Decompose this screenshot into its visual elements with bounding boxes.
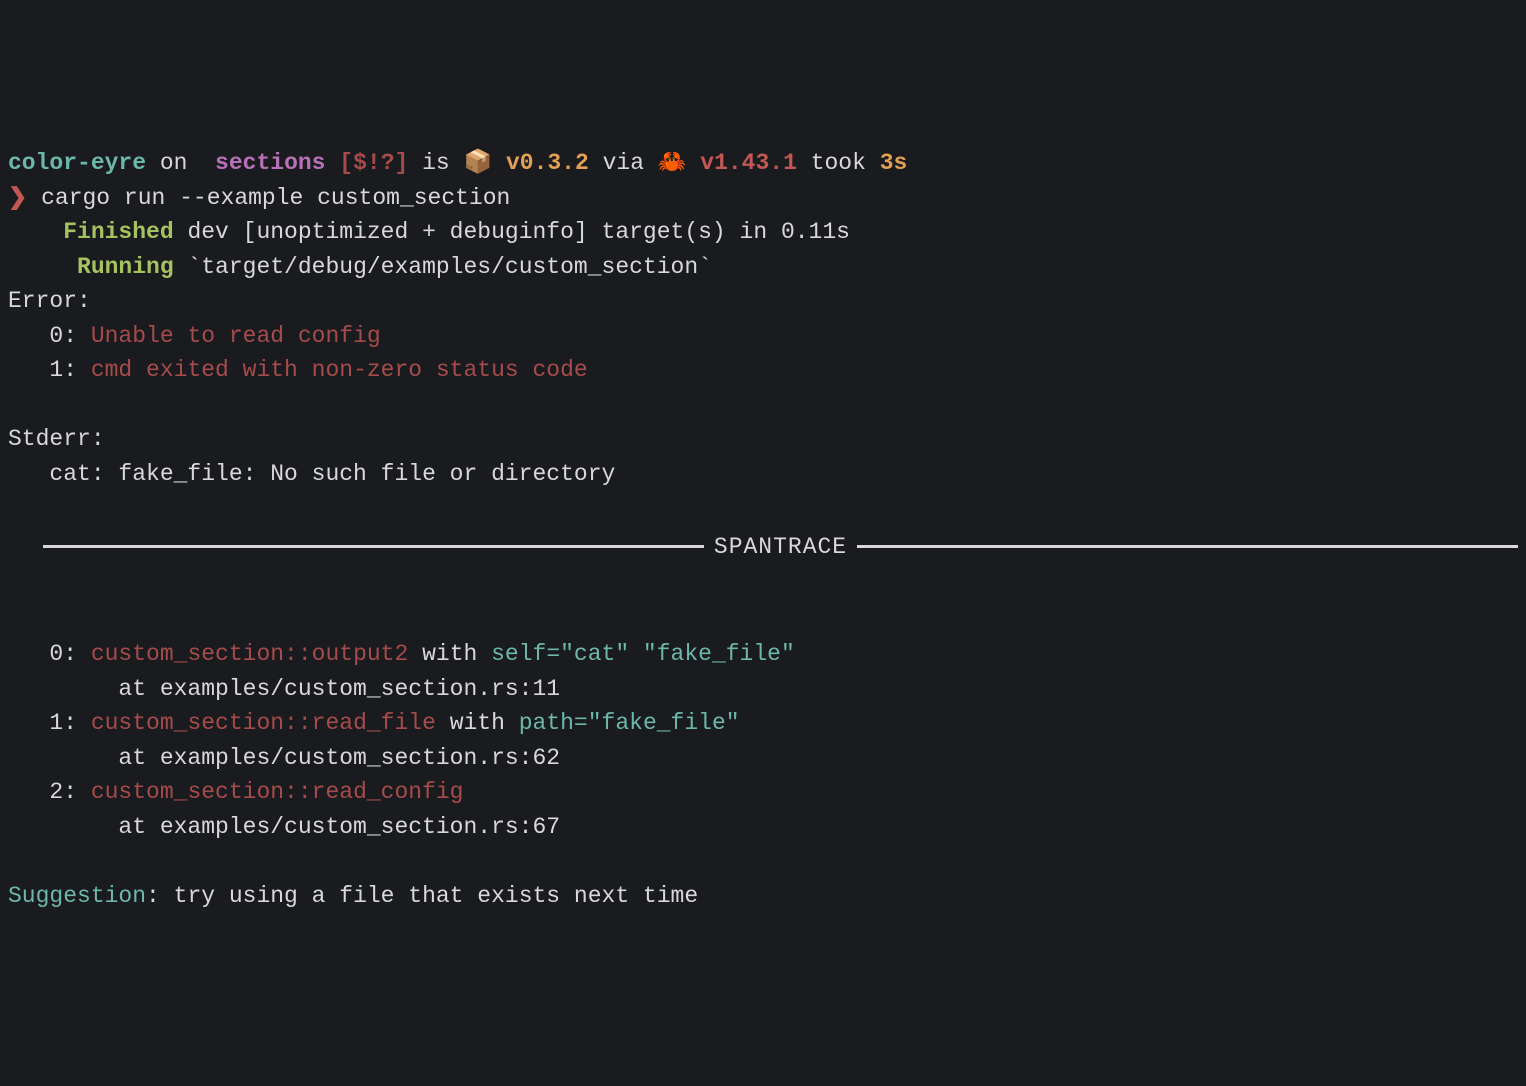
error-msg-1: cmd exited with non-zero status code [91,357,588,383]
frame-func-1: custom_section::read_file [91,710,436,736]
prompt-branch: sections [201,150,339,176]
frame-args-1: path="fake_file" [519,710,740,736]
prompt-command[interactable]: cargo run --example custom_section [27,185,510,211]
frame-with-1: with [436,710,519,736]
frame-args-0: self="cat" "fake_file" [491,641,795,667]
prompt-took: took [797,150,880,176]
frame-at-2: at examples/custom_section.rs:67 [8,814,560,840]
frame-idx-0: 0: [8,641,91,667]
prompt-version: v0.3.2 [506,150,589,176]
error-idx-0: 0: [8,323,91,349]
stderr-label: Stderr: [8,426,105,452]
frame-with-0: with [408,641,491,667]
build-finished-rest: dev [unoptimized + debuginfo] target(s) … [174,219,850,245]
prompt-via: via [589,150,658,176]
prompt-on: on [146,150,201,176]
build-running-rest: `target/debug/examples/custom_section` [174,254,712,280]
stderr-line: cat: fake_file: No such file or director… [8,461,615,487]
frame-idx-2: 2: [8,779,91,805]
frame-at-0: at examples/custom_section.rs:11 [8,676,560,702]
spantrace-header: SPANTRACE [8,530,1518,565]
prompt-rust-version: v1.43.1 [700,150,797,176]
suggestion-label: Suggestion [8,883,146,909]
build-finished-label: Finished [63,219,173,245]
terminal-output: color-eyre on sections [$!?] is 📦 v0.3.2… [8,146,1518,491]
prompt-duration: 3s [880,150,908,176]
frame-func-2: custom_section::read_config [91,779,464,805]
frame-func-0: custom_section::output2 [91,641,408,667]
spantrace-body: 0: custom_section::output2 with self="ca… [8,603,1518,914]
divider-line [857,545,1518,548]
package-icon: 📦 [464,150,506,176]
prompt-project: color-eyre [8,150,146,176]
error-msg-0: Unable to read config [91,323,381,349]
divider-line [43,545,704,548]
prompt-git-status: [$!?] [339,150,408,176]
crab-icon: 🦀 [658,150,700,176]
build-running-label: Running [77,254,174,280]
prompt-is: is [408,150,463,176]
frame-idx-1: 1: [8,710,91,736]
error-label: Error: [8,288,91,314]
prompt-arrow-icon: ❯ [8,185,27,211]
error-idx-1: 1: [8,357,91,383]
suggestion-colon: : [146,883,174,909]
frame-at-1: at examples/custom_section.rs:62 [8,745,560,771]
suggestion-text: try using a file that exists next time [174,883,699,909]
spantrace-label: SPANTRACE [714,530,847,565]
